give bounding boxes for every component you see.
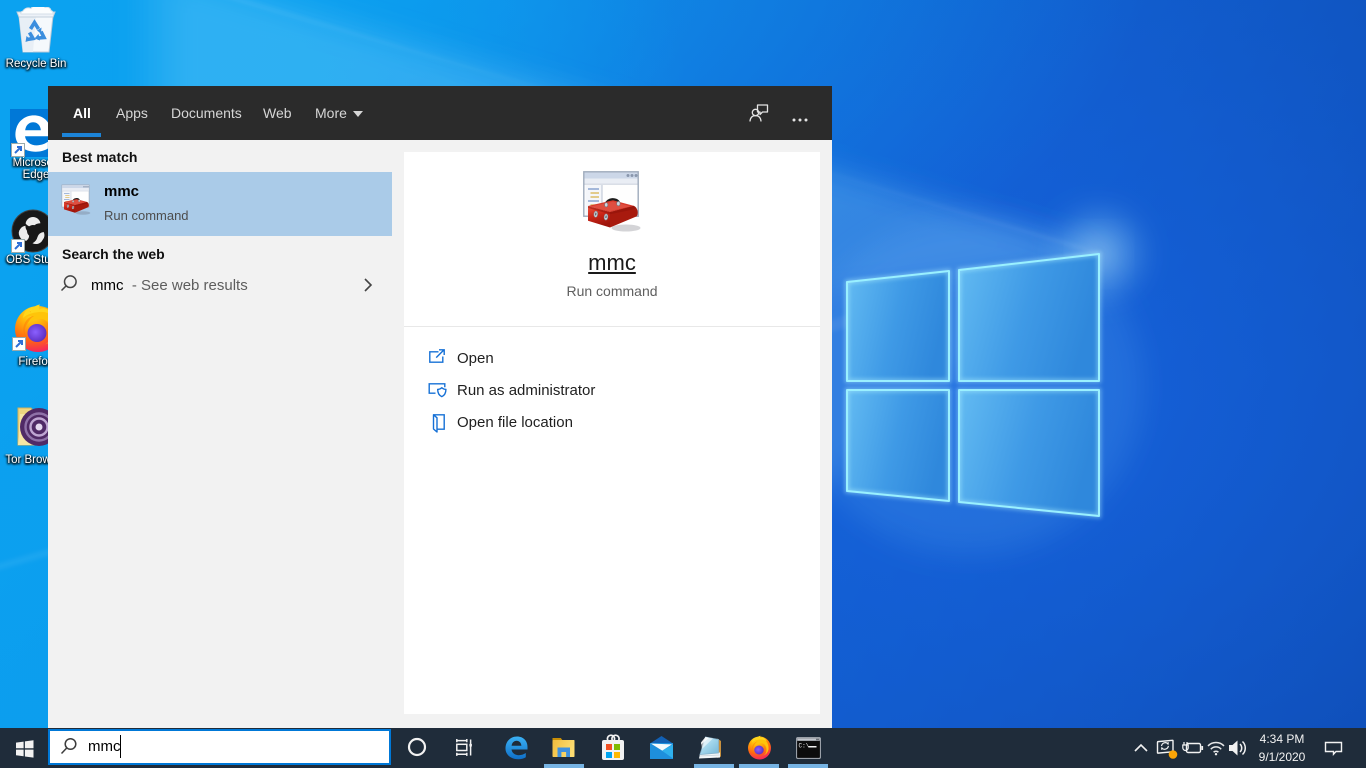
- svg-text:C:\: C:\: [799, 743, 810, 750]
